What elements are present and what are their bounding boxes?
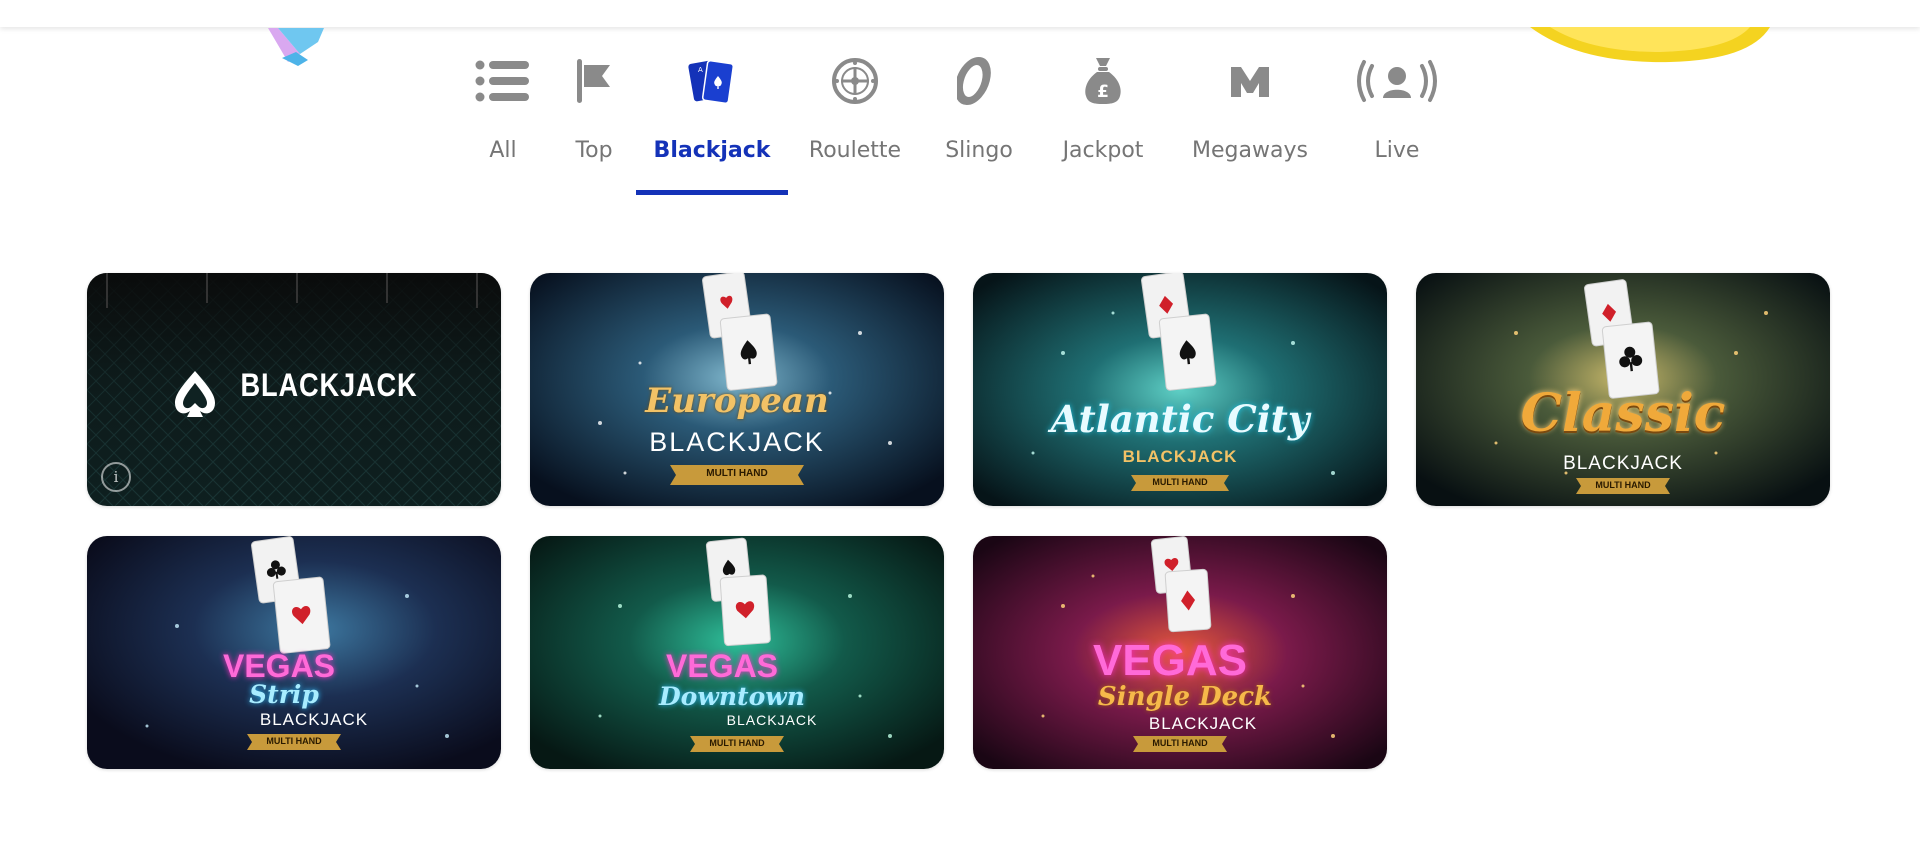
game-tile-vegas-single-deck-blackjack[interactable]: VEGAS Single Deck BLACKJACK MULTI HAND [973, 536, 1387, 769]
tab-jackpot-label: Jackpot [1062, 138, 1144, 163]
tab-jackpot[interactable]: £ Jackpot [1050, 50, 1156, 195]
game-brand: BLACKJACK [726, 712, 818, 728]
ribbon-text: MULTI HAND [1152, 738, 1208, 748]
ribbon-text: MULTI HAND [1595, 480, 1651, 490]
game-tile-vegas-downtown-blackjack[interactable]: VEGAS Downtown BLACKJACK MULTI HAND [530, 536, 944, 769]
ribbon-text: MULTI HAND [709, 738, 765, 748]
ribbon-text: MULTI HAND [706, 468, 768, 479]
category-tabs: All Top A Blackjack Roulette Slingo £ Ja… [0, 50, 1920, 195]
game-brand: BLACKJACK [1563, 453, 1683, 474]
game-neon-title: VEGAS [1092, 636, 1248, 685]
ribbon-text: MULTI HAND [266, 736, 322, 746]
tab-blackjack[interactable]: A Blackjack [636, 50, 788, 195]
tab-slingo-label: Slingo [945, 138, 1013, 163]
game-tile-vegas-strip-blackjack[interactable]: VEGAS Strip BLACKJACK MULTI HAND [87, 536, 501, 769]
tab-roulette-label: Roulette [808, 138, 902, 163]
tab-live[interactable]: Live [1345, 50, 1449, 195]
game-tile-blackjack[interactable]: BLACKJACK i [87, 273, 501, 506]
banner-decoration-right [1530, 27, 1770, 63]
active-tab-indicator [636, 190, 788, 195]
tab-all-label: All [489, 138, 517, 163]
svg-text:A: A [698, 66, 703, 74]
game-tile-atlantic-city-blackjack[interactable]: Atlantic City BLACKJACK MULTI HAND [973, 273, 1387, 506]
info-icon[interactable]: i [101, 462, 131, 492]
game-brand: BLACKJACK [1122, 447, 1238, 466]
game-title: BLACKJACK [240, 367, 418, 403]
game-brand: BLACKJACK [259, 710, 369, 729]
tab-top[interactable]: Top [558, 50, 630, 195]
game-thumbnail [973, 273, 1387, 506]
game-brand: BLACKJACK [1148, 714, 1258, 733]
game-script-title: Downtown [659, 682, 805, 711]
tab-top-label: Top [575, 138, 613, 163]
game-script-title: Classic [1520, 383, 1726, 444]
game-tile-european-blackjack[interactable]: European BLACKJACK MULTI HAND [530, 273, 944, 506]
tab-live-label: Live [1374, 138, 1420, 163]
tab-megaways[interactable]: Megaways [1186, 50, 1314, 195]
game-script-title: European [645, 381, 829, 421]
slingo-icon [949, 56, 1009, 106]
svg-text:£: £ [1097, 82, 1109, 102]
tab-roulette[interactable]: Roulette [800, 50, 910, 195]
tab-all[interactable]: All [468, 50, 538, 195]
ribbon-text: MULTI HAND [1152, 477, 1208, 487]
money-bag-icon: £ [1073, 56, 1133, 106]
banner-decoration-left [238, 28, 324, 66]
game-brand: BLACKJACK [649, 427, 825, 457]
game-script-title: Single Deck [1097, 682, 1273, 712]
game-neon-title: VEGAS [665, 648, 779, 684]
live-dealer-icon [1352, 56, 1442, 106]
megaways-icon [1220, 56, 1280, 106]
flag-icon [564, 56, 624, 106]
game-script-title: Atlantic City [1050, 397, 1310, 441]
game-tile-classic-blackjack[interactable]: Classic BLACKJACK MULTI HAND [1416, 273, 1830, 506]
tab-megaways-label: Megaways [1192, 138, 1308, 163]
tab-slingo[interactable]: Slingo [934, 50, 1024, 195]
tab-blackjack-label: Blackjack [653, 138, 771, 163]
game-script-title: Strip [249, 680, 319, 709]
cards-icon: A [682, 56, 742, 106]
list-icon [473, 56, 533, 106]
roulette-icon [825, 56, 885, 106]
